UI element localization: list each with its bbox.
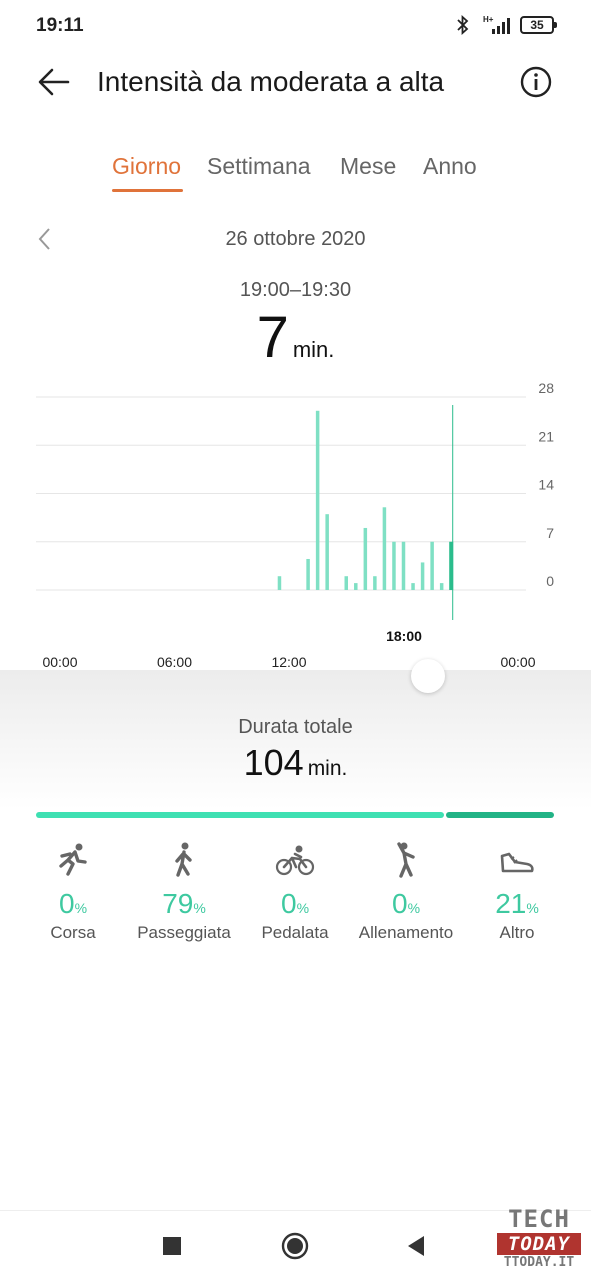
category-corsa[interactable]: 0% Corsa (18, 840, 128, 943)
arrow-left-icon[interactable] (36, 64, 72, 100)
timeline-scrubber-handle[interactable] (411, 659, 445, 693)
category-altro[interactable]: 21% Altro (462, 840, 572, 943)
x-tick-label: 06:00 (157, 654, 192, 670)
pedalata-percent: 0% (280, 888, 310, 919)
recents-square-icon[interactable] (163, 1237, 181, 1255)
info-circle-icon[interactable] (520, 66, 552, 98)
passeggiata-percent: 79% (162, 888, 206, 919)
chart-bar (373, 576, 377, 590)
period-tabs: Giorno Settimana Mese Anno (0, 153, 591, 197)
altro-label: Altro (499, 923, 535, 942)
other-segment (446, 812, 554, 818)
allenamento-label: Allenamento (358, 923, 454, 942)
back-triangle-icon[interactable] (406, 1235, 426, 1257)
walking-icon (175, 842, 192, 877)
active-tab-indicator (112, 189, 183, 192)
techtoday-watermark-logo: TECH TODAY TTODAY.IT (497, 1205, 581, 1275)
x-tick-label: 00:00 (500, 654, 535, 670)
chart-bar (401, 541, 406, 590)
corsa-percent: 0% (58, 888, 88, 919)
activity-split-bar (36, 812, 554, 818)
tab-giorno[interactable]: Giorno (112, 153, 181, 180)
selected-value: 7 min. (0, 304, 591, 371)
total-duration-unit: min. (307, 757, 348, 780)
summary-panel (0, 670, 591, 810)
chart-bar (382, 507, 387, 590)
chart-bar (411, 583, 415, 590)
running-icon (59, 843, 87, 876)
y-tick-label: 14 (538, 477, 554, 493)
tab-settimana[interactable]: Settimana (207, 153, 311, 180)
status-bar: 19:11 H+ 35 (0, 0, 591, 52)
chart-bar (344, 576, 348, 590)
category-passeggiata[interactable]: 79% Passeggiata (129, 840, 239, 943)
pedalata-label: Pedalata (261, 923, 329, 942)
battery-indicator: 35 (520, 16, 557, 34)
chart-bar (306, 558, 310, 590)
x-tick-label: 00:00 (42, 654, 77, 670)
bluetooth-icon (457, 14, 469, 36)
passeggiata-label: Passeggiata (137, 923, 231, 942)
shoe-icon (500, 852, 534, 873)
allenamento-percent: 0% (391, 888, 421, 919)
selected-minutes: 7 (256, 305, 289, 370)
total-duration-label: Durata totale (238, 716, 353, 738)
altro-percent: 21% (495, 888, 539, 919)
tab-mese[interactable]: Mese (340, 153, 396, 180)
cycling-icon (275, 845, 315, 876)
y-tick-label: 7 (546, 525, 554, 541)
walking-segment (36, 812, 445, 818)
total-duration: 104 min. (0, 742, 591, 784)
chart-bar (420, 562, 425, 590)
selected-unit: min. (292, 337, 335, 362)
network-type: H+ (483, 15, 494, 24)
workout-icon (397, 842, 415, 878)
status-time: 19:11 (36, 15, 84, 36)
signal-icon: H+ (483, 15, 510, 34)
chart-bar (430, 541, 434, 590)
y-tick-label: 28 (538, 380, 554, 396)
chart-bar (277, 576, 282, 590)
chart-bar (354, 583, 358, 590)
date-label: 26 ottobre 2020 (225, 228, 366, 250)
tab-anno[interactable]: Anno (423, 153, 477, 180)
selected-time-label: 18:00 (386, 628, 422, 644)
chart-bar (392, 541, 396, 590)
page-title: Intensità da moderata a alta (97, 66, 445, 97)
activity-chart[interactable]: 28 21 14 7 0 00:00 06:00 12:00 00:00 18:00 (0, 370, 591, 680)
y-tick-label: 21 (538, 428, 554, 444)
x-tick-label: 12:00 (271, 654, 306, 670)
chart-bar (325, 514, 329, 590)
category-allenamento[interactable]: 0% Allenamento (351, 840, 461, 943)
corsa-label: Corsa (50, 923, 96, 942)
chart-bar (439, 583, 444, 590)
selected-range: 19:00–19:30 (239, 279, 352, 301)
chart-bar (363, 527, 368, 590)
chart-bar (315, 410, 320, 590)
category-pedalata[interactable]: 0% Pedalata (240, 840, 350, 943)
y-tick-label: 0 (546, 573, 554, 589)
home-circle-icon[interactable] (281, 1232, 309, 1260)
total-duration-value: 104 (243, 742, 304, 783)
